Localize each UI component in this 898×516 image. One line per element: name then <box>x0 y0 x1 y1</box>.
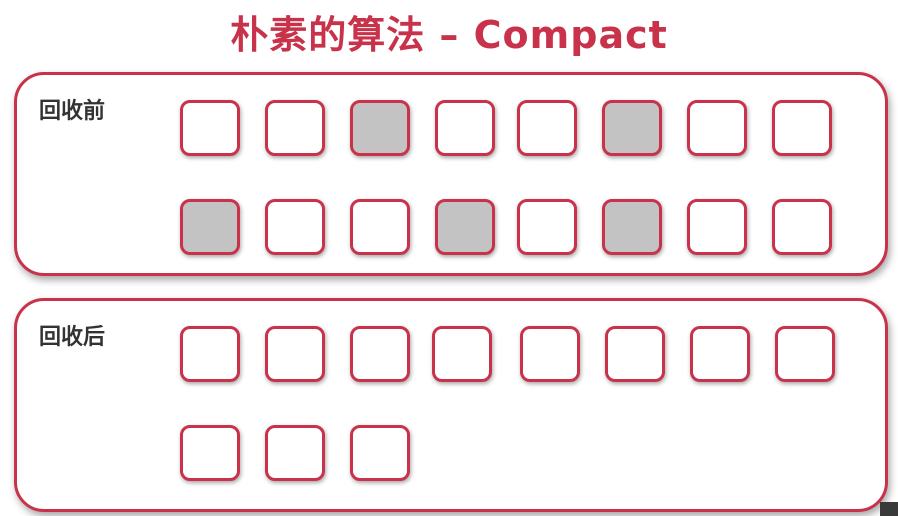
live-block <box>687 199 747 255</box>
live-block <box>180 326 240 382</box>
live-block <box>265 100 325 156</box>
live-block <box>517 199 577 255</box>
live-block <box>432 326 492 382</box>
garbage-block <box>435 199 495 255</box>
live-block <box>687 100 747 156</box>
before-label: 回收前 <box>39 99 106 124</box>
live-block <box>350 326 410 382</box>
live-block <box>435 100 495 156</box>
live-block <box>520 326 580 382</box>
live-block <box>350 425 410 481</box>
garbage-block <box>180 199 240 255</box>
live-block <box>690 326 750 382</box>
garbage-block <box>602 100 662 156</box>
before-panel: 回收前 <box>14 72 888 276</box>
live-block <box>775 326 835 382</box>
corner-mark <box>880 502 898 516</box>
live-block <box>265 199 325 255</box>
live-block <box>180 100 240 156</box>
garbage-block <box>602 199 662 255</box>
live-block <box>772 100 832 156</box>
live-block <box>517 100 577 156</box>
live-block <box>772 199 832 255</box>
live-block <box>350 199 410 255</box>
after-panel: 回收后 <box>14 298 888 512</box>
live-block <box>265 326 325 382</box>
live-block <box>180 425 240 481</box>
after-label: 回收后 <box>39 325 106 350</box>
garbage-block <box>350 100 410 156</box>
live-block <box>605 326 665 382</box>
page-title: 朴素的算法 – Compact <box>230 13 668 57</box>
live-block <box>265 425 325 481</box>
